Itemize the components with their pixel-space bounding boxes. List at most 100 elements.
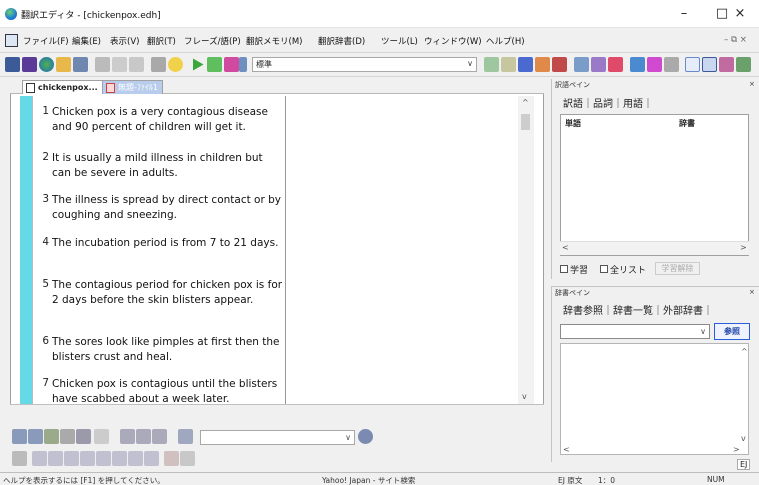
copy-icon[interactable]: [112, 57, 127, 72]
stop-icon[interactable]: [60, 429, 75, 444]
menu-window[interactable]: ウィンドウ(W): [424, 35, 482, 47]
minimize-button[interactable]: –: [665, 0, 703, 28]
tool-7-icon[interactable]: [591, 57, 606, 72]
pane1-tabs[interactable]: 訳語｜品詞｜用語｜: [563, 95, 653, 110]
paste-icon[interactable]: [129, 57, 144, 72]
tab-chickenpox[interactable]: chickenpox...: [22, 80, 103, 94]
search-go-icon[interactable]: [358, 429, 373, 444]
scroll-down-icon[interactable]: v: [522, 392, 527, 401]
dictionary-search-input[interactable]: ∨: [560, 324, 710, 339]
source-segment-text[interactable]: The incubation period is from 7 to 21 da…: [52, 236, 284, 251]
menu-memory[interactable]: 翻訳メモリ(M): [246, 35, 302, 47]
document-icon[interactable]: [5, 34, 18, 47]
scroll-left-icon[interactable]: <: [563, 445, 570, 454]
translate-next-icon[interactable]: [224, 57, 239, 72]
menu-view[interactable]: 表示(V): [110, 35, 139, 47]
mdi-controls[interactable]: – ⧉ ×: [724, 35, 747, 45]
tool-8-icon[interactable]: [608, 57, 623, 72]
eject-icon[interactable]: [12, 451, 27, 466]
tool-10-icon[interactable]: [647, 57, 662, 72]
source-column[interactable]: 1 Chicken pox is a very contagious disea…: [32, 96, 286, 406]
tool-9-icon[interactable]: [630, 57, 645, 72]
globe-icon[interactable]: [39, 57, 54, 72]
pane-close-icon[interactable]: ×: [749, 288, 755, 296]
tool-e-icon[interactable]: [96, 451, 111, 466]
open-document-icon[interactable]: [22, 57, 37, 72]
nav-1-icon[interactable]: [120, 429, 135, 444]
all-list-checkbox[interactable]: [600, 265, 608, 273]
horizontal-scrollbar[interactable]: < >: [560, 241, 749, 255]
menu-file[interactable]: ファイル(F): [23, 35, 69, 47]
learn-checkbox[interactable]: [560, 265, 568, 273]
source-segment-text[interactable]: Chicken pox is contagious until the blis…: [52, 377, 284, 406]
learn-release-button[interactable]: 学習解除: [655, 262, 700, 275]
tool-i-icon[interactable]: [164, 451, 179, 466]
source-segment-text[interactable]: The illness is spread by direct contact …: [52, 193, 284, 222]
vertical-scrollbar[interactable]: ^ v: [518, 96, 534, 404]
tool-g-icon[interactable]: [128, 451, 143, 466]
menu-phrase[interactable]: フレーズ/語(P): [184, 35, 241, 47]
nav-2-icon[interactable]: [136, 429, 151, 444]
menu-help[interactable]: ヘルプ(H): [486, 35, 525, 47]
pause-icon[interactable]: [239, 57, 247, 72]
save-icon[interactable]: [73, 57, 88, 72]
scroll-down-icon[interactable]: v: [741, 434, 746, 443]
print-icon[interactable]: [151, 57, 166, 72]
column-header-word[interactable]: 単語: [565, 118, 581, 129]
style-select[interactable]: 標準 ∨: [252, 57, 477, 72]
tool-b-icon[interactable]: [48, 451, 63, 466]
tool-j-icon[interactable]: [180, 451, 195, 466]
new-document-icon[interactable]: [5, 57, 20, 72]
translate-play-icon[interactable]: [193, 58, 204, 71]
back-icon[interactable]: [12, 429, 27, 444]
menu-translate[interactable]: 翻訳(T): [147, 35, 176, 47]
close-button[interactable]: ×: [721, 0, 759, 28]
scroll-right-icon[interactable]: >: [733, 445, 740, 454]
tool-c-icon[interactable]: [64, 451, 79, 466]
scrollbar-thumb[interactable]: [521, 114, 530, 130]
tool-h-icon[interactable]: [144, 451, 159, 466]
tool-5-icon[interactable]: [552, 57, 567, 72]
word-table[interactable]: 単語 辞書: [560, 114, 749, 256]
tool-1-icon[interactable]: [484, 57, 499, 72]
tab-untitled[interactable]: 無題-ﾌｧｲﾙ1: [102, 80, 163, 94]
search-engine-icon[interactable]: [178, 429, 193, 444]
translate-sentence-icon[interactable]: [207, 57, 222, 72]
forward-icon[interactable]: [28, 429, 43, 444]
folder-icon[interactable]: [56, 57, 71, 72]
menu-tools[interactable]: ツール(L): [381, 35, 418, 47]
tool-d-icon[interactable]: [80, 451, 95, 466]
cut-icon[interactable]: [95, 57, 110, 72]
source-segment-text[interactable]: It is usually a mild illness in children…: [52, 151, 284, 180]
reference-button[interactable]: 参照: [714, 323, 750, 340]
menu-edit[interactable]: 編集(E): [72, 35, 101, 47]
menu-dictionary[interactable]: 翻訳辞書(D): [318, 35, 365, 47]
scroll-up-icon[interactable]: ^: [522, 98, 529, 107]
target-column[interactable]: [286, 96, 518, 404]
font-icon[interactable]: [76, 429, 91, 444]
tool-3-icon[interactable]: [518, 57, 533, 72]
pane-close-icon[interactable]: ×: [749, 80, 755, 88]
search-input[interactable]: ∨: [200, 430, 355, 445]
pane-toggle-3-icon[interactable]: [719, 57, 734, 72]
pane-toggle-1-icon[interactable]: [685, 57, 700, 72]
nav-3-icon[interactable]: [152, 429, 167, 444]
tool-2-icon[interactable]: [501, 57, 516, 72]
tool-a-icon[interactable]: [32, 451, 47, 466]
tool-4-icon[interactable]: [535, 57, 550, 72]
tool-f-icon[interactable]: [112, 451, 127, 466]
refresh-icon[interactable]: [44, 429, 59, 444]
pane-toggle-2-icon[interactable]: [702, 57, 717, 72]
scroll-left-icon[interactable]: <: [562, 243, 569, 252]
help-icon[interactable]: [168, 57, 183, 72]
pane-toggle-4-icon[interactable]: [736, 57, 751, 72]
column-header-dictionary[interactable]: 辞書: [679, 118, 695, 129]
source-segment-text[interactable]: Chicken pox is a very contagious disease…: [52, 105, 284, 134]
scroll-right-icon[interactable]: >: [740, 243, 747, 252]
source-segment-text[interactable]: The contagious period for chicken pox is…: [52, 278, 284, 307]
view-menu-icon[interactable]: [94, 429, 109, 444]
scroll-up-icon[interactable]: ^: [741, 347, 748, 356]
tool-6-icon[interactable]: [574, 57, 589, 72]
pane2-tabs[interactable]: 辞書参照｜辞書一覧｜外部辞書｜: [563, 302, 713, 317]
tool-11-icon[interactable]: [664, 57, 679, 72]
